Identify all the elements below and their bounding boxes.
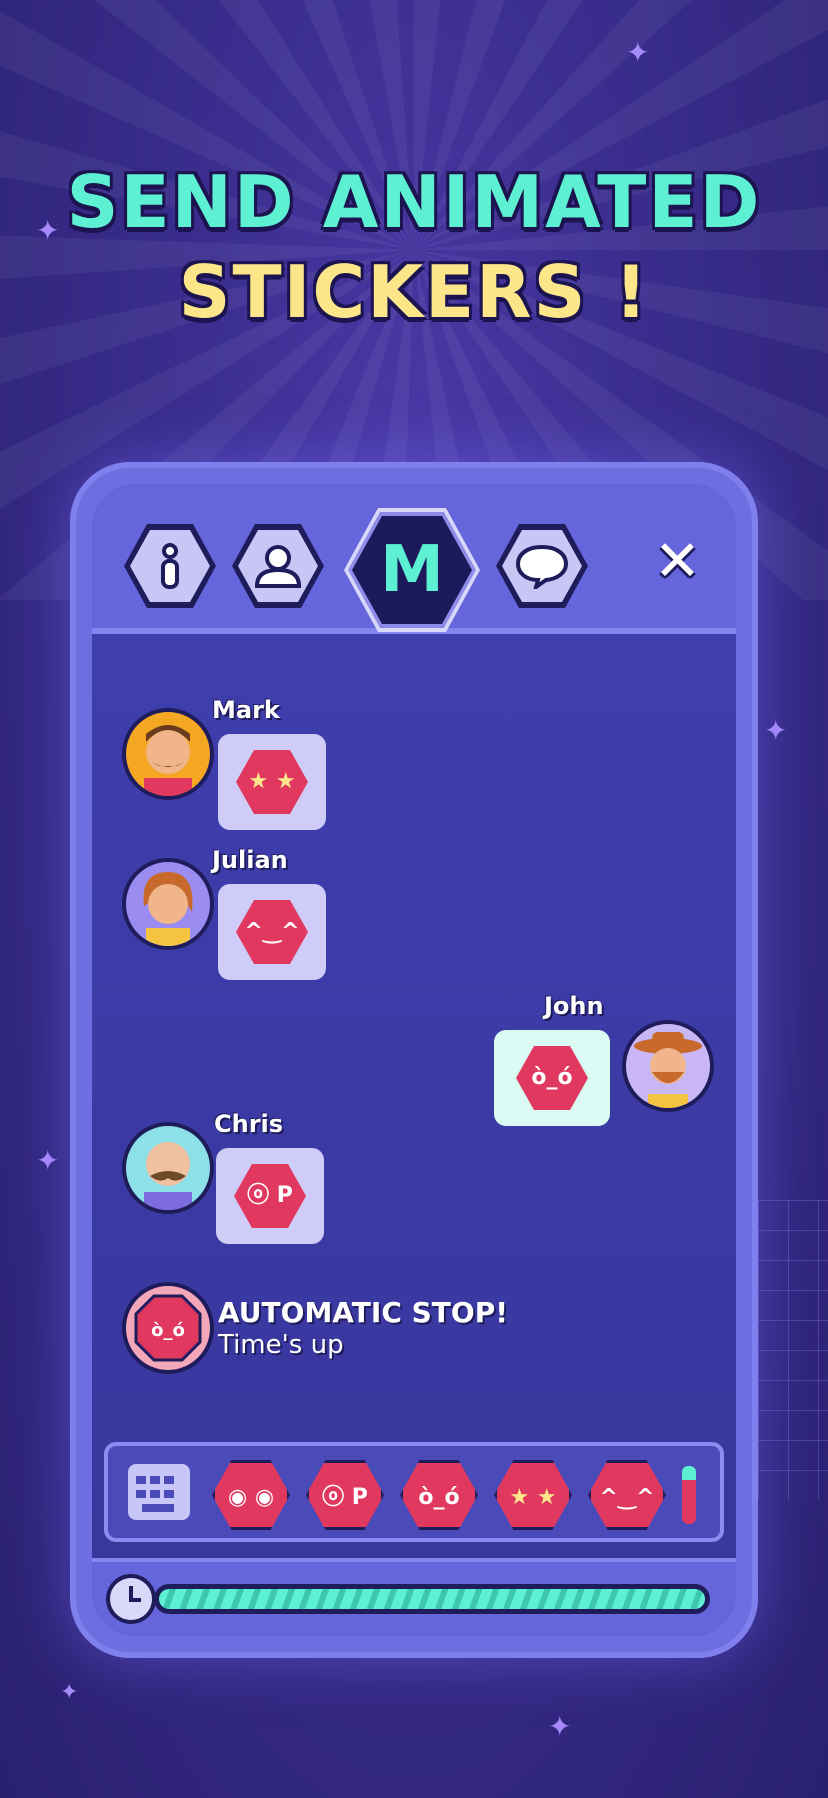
avatar bbox=[122, 1122, 214, 1214]
avatar-john bbox=[634, 1032, 702, 1108]
sparkle-icon: ✦ bbox=[764, 714, 788, 747]
sender-name: Chris bbox=[214, 1110, 284, 1138]
party-sticker[interactable]: ^‿^ bbox=[588, 1460, 666, 1530]
sparkle-icon: ✦ bbox=[36, 1144, 60, 1177]
avatar: ò_ó bbox=[122, 1282, 214, 1374]
tab-bar: M ✕ bbox=[92, 484, 736, 634]
chat-screen: M ✕ Mark ★ ★ Julian ^‿^ John ò_ó Chris ⓞ… bbox=[92, 484, 736, 1636]
avatar-julian bbox=[143, 872, 193, 946]
sender-name: Mark bbox=[212, 696, 280, 724]
clock-icon bbox=[106, 1574, 156, 1624]
system-message-title: AUTOMATIC STOP! bbox=[218, 1296, 508, 1329]
sticker-message: ★ ★ bbox=[218, 734, 326, 830]
m-logo: M bbox=[380, 533, 444, 607]
headline-line-2: STICKERS ! bbox=[178, 250, 650, 334]
sender-name: John bbox=[544, 992, 604, 1020]
chat-icon bbox=[515, 544, 569, 589]
surprised-sticker[interactable]: ◉ ◉ bbox=[212, 1460, 290, 1530]
timer-track bbox=[154, 1584, 710, 1614]
stop-sign-icon: ò_ó bbox=[134, 1294, 202, 1362]
sticker-partial[interactable] bbox=[682, 1466, 696, 1524]
headline-line-1: SEND ANIMATED bbox=[66, 160, 762, 244]
party-sticker: ^‿^ bbox=[236, 900, 308, 964]
silly-sticker[interactable]: ⓞ P bbox=[306, 1460, 384, 1530]
angry-sticker[interactable]: ò_ó bbox=[400, 1460, 478, 1530]
angry-sticker: ò_ó bbox=[516, 1046, 588, 1110]
sticker-message: ⓞ P bbox=[216, 1148, 324, 1244]
keyboard-button[interactable] bbox=[128, 1464, 190, 1520]
close-button[interactable]: ✕ bbox=[654, 534, 701, 590]
sparkle-icon: ✦ bbox=[548, 1710, 572, 1743]
sticker-message: ^‿^ bbox=[218, 884, 326, 980]
silly-sticker: ⓞ P bbox=[234, 1164, 306, 1228]
sparkle-icon: ✦ bbox=[60, 1680, 79, 1705]
user-icon bbox=[254, 545, 302, 588]
info-icon bbox=[161, 543, 179, 589]
avatar-mark bbox=[144, 725, 192, 796]
timer-bar bbox=[92, 1558, 736, 1636]
grid-decoration bbox=[758, 1200, 828, 1500]
avatar bbox=[122, 708, 214, 800]
tab-info[interactable] bbox=[124, 524, 216, 608]
sender-name: Julian bbox=[212, 846, 288, 874]
star-eyes-sticker: ★ ★ bbox=[236, 750, 308, 814]
avatar-chris bbox=[144, 1142, 192, 1210]
avatar bbox=[122, 858, 214, 950]
system-message-subtitle: Time's up bbox=[218, 1330, 344, 1360]
tab-m[interactable]: M bbox=[344, 508, 480, 632]
sticker-message: ò_ó bbox=[494, 1030, 610, 1126]
avatar bbox=[622, 1020, 714, 1112]
phone-frame: M ✕ Mark ★ ★ Julian ^‿^ John ò_ó Chris ⓞ… bbox=[70, 462, 758, 1658]
svg-text:ò_ó: ò_ó bbox=[151, 1320, 185, 1341]
sticker-tray: ◉ ◉ ⓞ P ò_ó ★ ★ ^‿^ bbox=[104, 1442, 724, 1542]
tab-profile[interactable] bbox=[232, 524, 324, 608]
timer-progress bbox=[159, 1589, 705, 1609]
star-eyes-sticker[interactable]: ★ ★ bbox=[494, 1460, 572, 1530]
tab-chat[interactable] bbox=[496, 524, 588, 608]
sparkle-icon: ✦ bbox=[626, 36, 650, 69]
